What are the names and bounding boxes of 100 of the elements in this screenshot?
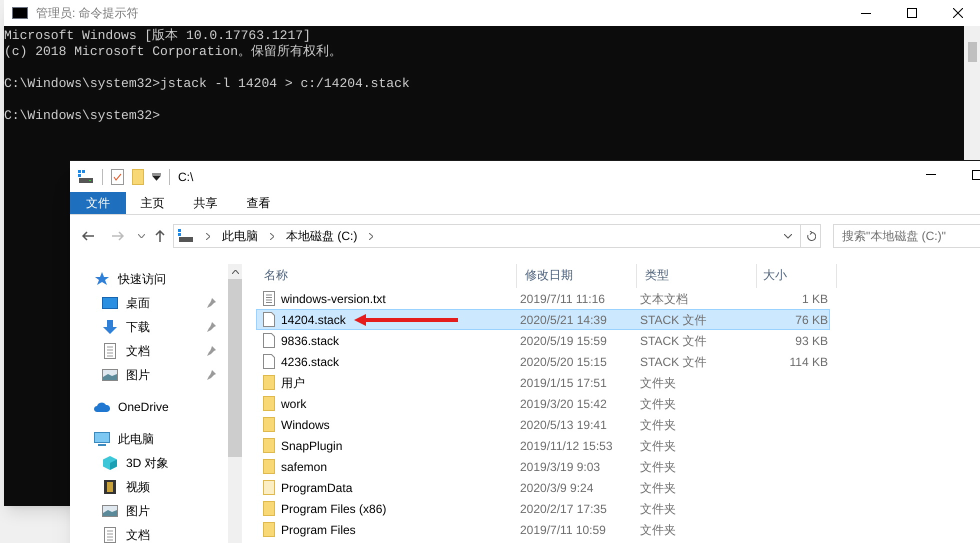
console-line: C:\Windows\system32> xyxy=(4,108,162,124)
nav-item[interactable]: 图片 xyxy=(126,368,150,382)
search-field[interactable]: 搜索"本地磁盘 (C:)" xyxy=(833,224,980,248)
modified-date: 2020/5/21 14:39 xyxy=(519,312,608,328)
file-row[interactable]: ProgramData 2020/3/9 9:24 文件夹 xyxy=(256,477,830,498)
file-type: 文件夹 xyxy=(639,458,677,476)
caret-icon[interactable] xyxy=(138,234,145,238)
file-icon xyxy=(263,333,275,348)
file-row[interactable]: safemon 2019/3/19 9:03 文件夹 xyxy=(256,456,830,477)
folder-icon xyxy=(263,459,275,474)
computer-icon xyxy=(94,431,110,447)
file-row[interactable]: work 2019/3/20 15:42 文件夹 xyxy=(256,393,830,414)
modified-date: 2020/5/13 19:41 xyxy=(519,416,608,434)
nav-item[interactable]: OneDrive xyxy=(118,400,169,414)
dropdown-caret-icon[interactable] xyxy=(152,172,161,180)
chevron-icon[interactable] xyxy=(369,232,374,240)
picture-icon xyxy=(102,503,118,519)
column-header[interactable]: 大小 xyxy=(757,264,837,288)
folder-icon xyxy=(263,522,275,537)
file-row[interactable]: Program Files 2019/7/11 10:59 文件夹 xyxy=(256,519,830,540)
modified-date: 2019/7/11 10:59 xyxy=(519,522,607,538)
console-line: Microsoft Windows [版本 10.0.17763.1217] xyxy=(4,28,312,44)
nav-item[interactable]: 视频 xyxy=(126,480,150,494)
picture-icon xyxy=(102,367,118,383)
file-type: STACK 文件 xyxy=(639,312,708,328)
file-type: 文件夹 xyxy=(639,522,677,538)
file-row[interactable]: 14204.stack 2020/5/21 14:39 STACK 文件 76 KB xyxy=(256,309,830,330)
file-type: 文件夹 xyxy=(639,438,677,454)
nav-item[interactable]: 文档 xyxy=(126,344,150,358)
file-row[interactable]: 4236.stack 2020/5/20 15:15 STACK 文件 114 KB xyxy=(256,351,830,372)
file-size: 1 KB xyxy=(802,292,828,306)
drive-icon[interactable] xyxy=(78,170,94,184)
nav-item[interactable]: 文档 xyxy=(126,528,150,542)
text-file-icon xyxy=(263,291,275,306)
back-arrow-icon[interactable] xyxy=(82,231,94,241)
nav-item[interactable]: 桌面 xyxy=(126,296,150,310)
pin-icon[interactable] xyxy=(206,370,216,380)
console-line: (c) 2018 Microsoft Corporation。保留所有权利。 xyxy=(4,44,344,60)
refresh-icon[interactable] xyxy=(806,230,816,242)
folder-icon xyxy=(263,417,275,432)
file-row[interactable]: Windows 2020/5/13 19:41 文件夹 xyxy=(256,414,830,435)
window-title: 管理员: 命令提示符 xyxy=(36,5,139,22)
breadcrumb-item[interactable]: 本地磁盘 (C:) xyxy=(286,227,358,245)
modified-date: 2019/3/19 9:03 xyxy=(519,458,602,476)
file-name: windows-version.txt xyxy=(281,290,386,308)
modified-date: 2019/3/20 15:42 xyxy=(519,396,608,412)
nav-item[interactable]: 快速访问 xyxy=(118,272,166,286)
file-row[interactable]: 用户 2019/1/15 17:51 文件夹 xyxy=(256,372,830,393)
download-arrow-icon xyxy=(102,319,118,335)
file-row[interactable]: Program Files (x86) 2020/2/17 17:35 文件夹 xyxy=(256,498,830,519)
window-title: C:\ xyxy=(178,168,194,186)
address-bar[interactable]: 此电脑 本地磁盘 (C:) xyxy=(173,224,801,248)
file-size: 93 KB xyxy=(795,334,828,348)
chevron-icon[interactable] xyxy=(270,232,274,240)
nav-item[interactable]: 3D 对象 xyxy=(126,456,169,470)
modified-date: 2019/11/12 15:53 xyxy=(519,438,614,454)
file-name: Windows xyxy=(281,416,330,434)
breadcrumb-item[interactable]: 此电脑 xyxy=(222,227,258,245)
column-header[interactable]: 名称 xyxy=(256,264,517,288)
file-row[interactable]: 9836.stack 2020/5/19 15:59 STACK 文件 93 KB xyxy=(256,330,830,351)
file-name: 9836.stack xyxy=(281,332,340,350)
nav-item[interactable]: 下载 xyxy=(126,320,150,334)
file-row[interactable]: SnapPlugin 2019/11/12 15:53 文件夹 xyxy=(256,435,830,456)
column-header[interactable]: 修改日期 xyxy=(517,264,637,288)
file-name: work xyxy=(281,396,306,412)
nav-item[interactable]: 图片 xyxy=(126,504,150,518)
file-type: STACK 文件 xyxy=(639,332,708,350)
modified-date: 2020/3/9 9:24 xyxy=(519,480,594,496)
folder-icon xyxy=(263,480,275,495)
desktop-icon xyxy=(102,295,118,311)
file-name: 4236.stack xyxy=(281,354,340,370)
pin-icon[interactable] xyxy=(206,298,216,308)
scrollbar-thumb[interactable] xyxy=(228,279,242,457)
chevron-icon[interactable] xyxy=(206,232,210,240)
file-type: 文件夹 xyxy=(639,374,677,392)
file-type: STACK 文件 xyxy=(639,354,708,370)
folder-icon xyxy=(263,438,275,453)
dropdown-caret-icon[interactable] xyxy=(784,234,792,238)
file-type: 文件夹 xyxy=(639,396,677,412)
close-icon[interactable] xyxy=(953,8,963,18)
column-header[interactable]: 类型 xyxy=(637,264,757,288)
console-line: C:\Windows\system32>jstack -l 14204 > c:/14204.stack xyxy=(4,76,411,92)
folder-icon xyxy=(263,375,275,390)
file-name: 14204.stack xyxy=(281,312,346,328)
file-name: safemon xyxy=(281,458,328,476)
ribbon-tab[interactable]: 共享 xyxy=(179,192,232,214)
file-size: 76 KB xyxy=(795,312,828,326)
ribbon-tab[interactable]: 查看 xyxy=(232,192,285,214)
scrollbar[interactable] xyxy=(228,264,242,543)
ribbon-tab[interactable]: 文件 xyxy=(70,192,126,214)
nav-item[interactable]: 此电脑 xyxy=(118,432,154,446)
pin-icon[interactable] xyxy=(206,322,216,332)
pin-icon[interactable] xyxy=(206,346,216,356)
ribbon-tab[interactable]: 主页 xyxy=(126,192,179,214)
file-type: 文件夹 xyxy=(639,416,677,434)
file-type: 文件夹 xyxy=(639,500,677,518)
file-row[interactable]: windows-version.txt 2019/7/11 11:16 文本文档 1 KB xyxy=(256,288,830,309)
properties-checklist-icon[interactable] xyxy=(111,168,124,184)
modified-date: 2020/5/20 15:15 xyxy=(519,354,608,370)
up-arrow-icon[interactable] xyxy=(155,230,165,242)
